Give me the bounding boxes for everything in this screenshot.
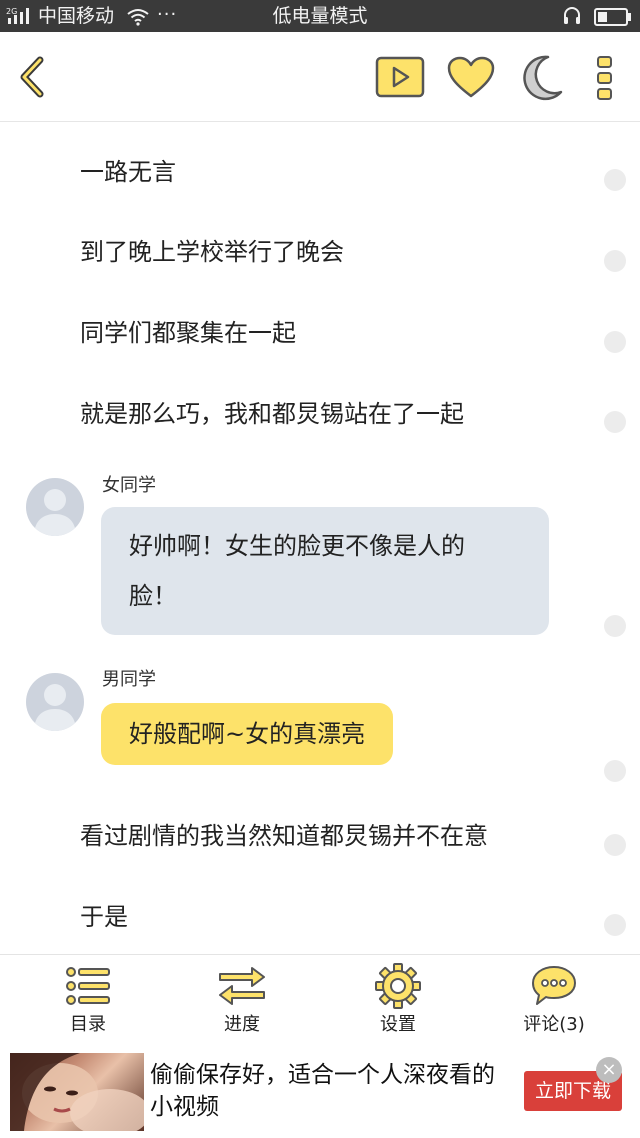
person-icon	[34, 489, 76, 536]
battery-icon	[594, 8, 631, 26]
speaker-name: 男同学	[102, 669, 156, 690]
paragraph-comment-dot[interactable]	[604, 615, 626, 637]
list-icon	[66, 967, 110, 1005]
close-icon[interactable]: ×	[596, 1057, 622, 1083]
paragraph-comment-dot[interactable]	[604, 169, 626, 191]
headset-icon	[564, 7, 580, 24]
more-icon[interactable]	[592, 54, 618, 102]
nav-progress[interactable]: 进度	[182, 963, 302, 1043]
nav-label: 评论(3)	[523, 1014, 585, 1035]
story-line: 同学们都聚集在一起	[80, 319, 296, 347]
ad-thumbnail[interactable]	[10, 1053, 144, 1131]
nav-comments[interactable]: 评论(3)	[494, 963, 614, 1043]
nav-label: 设置	[380, 1014, 416, 1035]
reader-header	[0, 32, 640, 122]
paragraph-comment-dot[interactable]	[604, 760, 626, 782]
speaker-name: 女同学	[102, 475, 156, 496]
ad-image	[10, 1053, 144, 1131]
dialogue-text: 好般配啊~女的真漂亮	[129, 720, 366, 748]
dialogue-bubble: 好般配啊~女的真漂亮	[101, 703, 394, 765]
nav-settings[interactable]: 设置	[338, 963, 458, 1043]
comment-icon	[532, 966, 576, 1005]
paragraph-comment-dot[interactable]	[604, 914, 626, 936]
story-line: 于是	[80, 903, 128, 931]
person-icon	[34, 684, 76, 731]
story-line: 到了晚上学校举行了晚会	[80, 238, 344, 266]
paragraph-comment-dot[interactable]	[604, 250, 626, 272]
power-mode-label: 低电量模式	[272, 5, 368, 27]
play-icon[interactable]	[375, 56, 425, 98]
arrows-icon	[219, 967, 265, 1005]
story-line: 一路无言	[80, 158, 176, 186]
nav-label: 目录	[70, 1014, 106, 1035]
avatar	[26, 478, 84, 536]
heart-icon[interactable]	[447, 56, 495, 100]
bottom-nav: 目录 进度 设置 评论(3)	[0, 954, 640, 1046]
moon-icon[interactable]	[518, 54, 564, 102]
paragraph-comment-dot[interactable]	[604, 331, 626, 353]
back-icon[interactable]	[14, 54, 50, 100]
status-bar: 2G 中国移动 ··· 低电量模式	[0, 0, 640, 32]
story-content[interactable]: 一路无言 到了晚上学校举行了晚会 同学们都聚集在一起 就是那么巧，我和都炅锡站在…	[0, 123, 640, 953]
paragraph-comment-dot[interactable]	[604, 411, 626, 433]
paragraph-comment-dot[interactable]	[604, 834, 626, 856]
story-line: 就是那么巧，我和都炅锡站在了一起	[80, 400, 464, 428]
dialogue-text: 脸！	[129, 582, 177, 610]
nav-label: 进度	[224, 1014, 260, 1035]
story-line: 看过剧情的我当然知道都炅锡并不在意	[80, 822, 488, 850]
gear-icon	[375, 963, 421, 1009]
ad-headline[interactable]: 偷偷保存好，适合一个人深夜看的小视频	[150, 1059, 510, 1123]
ad-banner[interactable]: 偷偷保存好，适合一个人深夜看的小视频 立即下载 ×	[0, 1047, 640, 1138]
dialogue-bubble: 好帅啊！女生的脸更不像是人的 脸！	[101, 507, 549, 635]
dialogue-text: 好帅啊！女生的脸更不像是人的	[129, 532, 465, 560]
nav-catalog[interactable]: 目录	[28, 963, 148, 1043]
avatar	[26, 673, 84, 731]
